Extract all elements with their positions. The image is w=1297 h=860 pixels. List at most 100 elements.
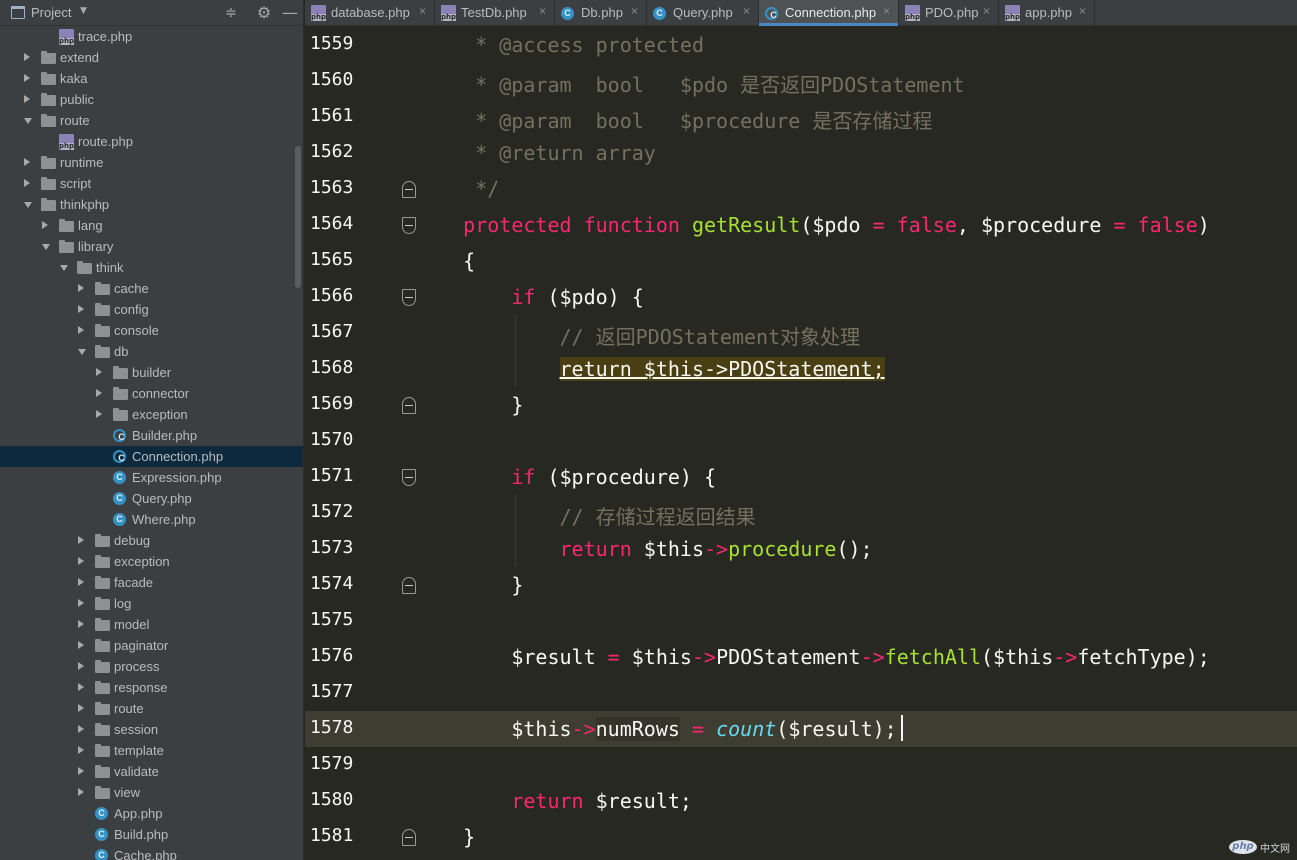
tree-item[interactable]: session — [0, 719, 303, 740]
code-line[interactable]: 1576 $result = $this->PDOStatement->fetc… — [305, 639, 1297, 675]
tree-item[interactable]: Connection.php — [0, 446, 303, 467]
fold-start-icon[interactable] — [402, 289, 416, 306]
collapsed-arrow-icon[interactable] — [78, 620, 84, 628]
gear-icon[interactable]: ⚙ — [254, 3, 274, 23]
code-line[interactable]: 1561 * @param bool $procedure 是否存储过程 — [305, 99, 1297, 135]
code-line[interactable]: 1575 — [305, 603, 1297, 639]
collapsed-arrow-icon[interactable] — [78, 662, 84, 670]
collapsed-arrow-icon[interactable] — [78, 767, 84, 775]
tab-app-php[interactable]: app.php × — [999, 0, 1095, 26]
collapsed-arrow-icon[interactable] — [96, 389, 102, 397]
tab-pdo-php[interactable]: PDO.php × — [899, 0, 999, 26]
expanded-arrow-icon[interactable] — [42, 244, 50, 250]
fold-end-icon[interactable] — [402, 829, 416, 846]
tree-item[interactable]: paginator — [0, 635, 303, 656]
tree-item[interactable]: config — [0, 299, 303, 320]
minimize-icon[interactable]: — — [280, 3, 300, 23]
code-line[interactable]: 1579 — [305, 747, 1297, 783]
collapsed-arrow-icon[interactable] — [24, 158, 30, 166]
tree-item[interactable]: kaka — [0, 68, 303, 89]
tree-item[interactable]: extend — [0, 47, 303, 68]
tree-item[interactable]: route — [0, 698, 303, 719]
code-line[interactable]: 1578 $this->numRows = count($result); — [305, 711, 1297, 747]
code-line[interactable]: 1571 if ($procedure) { — [305, 459, 1297, 495]
tree-item[interactable]: log — [0, 593, 303, 614]
tree-item[interactable]: route — [0, 110, 303, 131]
close-icon[interactable]: × — [1079, 4, 1086, 18]
close-icon[interactable]: × — [539, 4, 546, 18]
collapsed-arrow-icon[interactable] — [78, 578, 84, 586]
code-line[interactable]: 1572 // 存储过程返回结果 — [305, 495, 1297, 531]
tree-item[interactable]: thinkphp — [0, 194, 303, 215]
code-line[interactable]: 1580 return $result; — [305, 783, 1297, 819]
collapsed-arrow-icon[interactable] — [96, 410, 102, 418]
code-line[interactable]: 1577 — [305, 675, 1297, 711]
tree-item[interactable]: App.php — [0, 803, 303, 824]
collapsed-arrow-icon[interactable] — [42, 221, 48, 229]
tree-item[interactable]: script — [0, 173, 303, 194]
fold-end-icon[interactable] — [402, 181, 416, 198]
tab-connection-php[interactable]: Connection.php × — [759, 0, 899, 26]
close-icon[interactable]: × — [419, 4, 426, 18]
collapsed-arrow-icon[interactable] — [78, 536, 84, 544]
code-line[interactable]: 1563 */ — [305, 171, 1297, 207]
tree-item[interactable]: route.php — [0, 131, 303, 152]
expanded-arrow-icon[interactable] — [24, 118, 32, 124]
code-line[interactable]: 1564 protected function getResult($pdo =… — [305, 207, 1297, 243]
code-line[interactable]: 1566 if ($pdo) { — [305, 279, 1297, 315]
code-line[interactable]: 1574 } — [305, 567, 1297, 603]
collapsed-arrow-icon[interactable] — [24, 74, 30, 82]
close-icon[interactable]: × — [983, 4, 990, 18]
code-line[interactable]: 1562 * @return array — [305, 135, 1297, 171]
chevron-down-icon[interactable]: ▼ — [80, 6, 87, 16]
tree-item[interactable]: runtime — [0, 152, 303, 173]
code-line[interactable]: 1569 } — [305, 387, 1297, 423]
collapsed-arrow-icon[interactable] — [78, 683, 84, 691]
code-line[interactable]: 1565 { — [305, 243, 1297, 279]
collapsed-arrow-icon[interactable] — [78, 746, 84, 754]
tree-item[interactable]: Query.php — [0, 488, 303, 509]
tree-item[interactable]: exception — [0, 404, 303, 425]
tree-item[interactable]: db — [0, 341, 303, 362]
tab-query-php[interactable]: Query.php × — [647, 0, 759, 26]
collapsed-arrow-icon[interactable] — [78, 788, 84, 796]
collapse-all-icon[interactable]: ≑ — [221, 3, 241, 23]
fold-end-icon[interactable] — [402, 397, 416, 414]
collapsed-arrow-icon[interactable] — [78, 284, 84, 292]
code-line[interactable]: 1559 * @access protected — [305, 27, 1297, 63]
code-line[interactable]: 1570 — [305, 423, 1297, 459]
close-icon[interactable]: × — [631, 4, 638, 18]
tree-item[interactable]: think — [0, 257, 303, 278]
collapsed-arrow-icon[interactable] — [78, 725, 84, 733]
code-line[interactable]: 1581 } — [305, 819, 1297, 855]
expanded-arrow-icon[interactable] — [60, 265, 68, 271]
tree-item[interactable]: library — [0, 236, 303, 257]
tree-item[interactable]: Builder.php — [0, 425, 303, 446]
tree-item[interactable]: debug — [0, 530, 303, 551]
tree-scrollbar[interactable] — [295, 146, 301, 288]
collapsed-arrow-icon[interactable] — [78, 599, 84, 607]
tree-item[interactable]: exception — [0, 551, 303, 572]
tree-item[interactable]: view — [0, 782, 303, 803]
code-line[interactable]: 1573 return $this->procedure(); — [305, 531, 1297, 567]
code-line[interactable]: 1567 // 返回PDOStatement对象处理 — [305, 315, 1297, 351]
tree-item[interactable]: Build.php — [0, 824, 303, 845]
close-icon[interactable]: × — [743, 4, 750, 18]
collapsed-arrow-icon[interactable] — [24, 53, 30, 61]
tree-item[interactable]: template — [0, 740, 303, 761]
collapsed-arrow-icon[interactable] — [24, 179, 30, 187]
collapsed-arrow-icon[interactable] — [78, 557, 84, 565]
code-line[interactable]: 1560 * @param bool $pdo 是否返回PDOStatement — [305, 63, 1297, 99]
tab-database-php[interactable]: database.php × — [305, 0, 435, 26]
tree-item[interactable]: Expression.php — [0, 467, 303, 488]
tree-item[interactable]: facade — [0, 572, 303, 593]
tab-testdb-php[interactable]: TestDb.php × — [435, 0, 555, 26]
close-icon[interactable]: × — [883, 4, 890, 18]
tree-item[interactable]: lang — [0, 215, 303, 236]
collapsed-arrow-icon[interactable] — [78, 305, 84, 313]
collapsed-arrow-icon[interactable] — [96, 368, 102, 376]
tree-item[interactable]: cache — [0, 278, 303, 299]
tree-item[interactable]: Where.php — [0, 509, 303, 530]
fold-start-icon[interactable] — [402, 469, 416, 486]
tree-item[interactable]: trace.php — [0, 26, 303, 47]
